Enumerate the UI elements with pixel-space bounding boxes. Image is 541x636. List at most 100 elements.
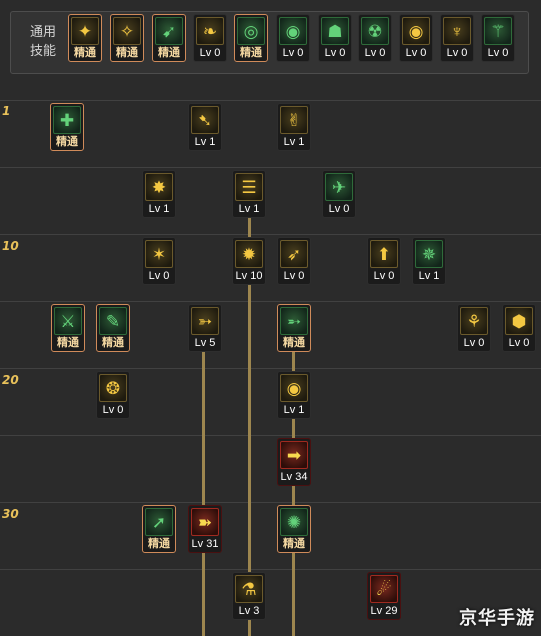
skill-level-label: Lv 29 [370, 605, 398, 617]
common-skill-2[interactable]: ✧ 精通 [110, 14, 144, 62]
common-skill-9[interactable]: ◉ Lv 0 [399, 14, 433, 62]
mastery-label: 精通 [116, 47, 138, 59]
common-skill-11[interactable]: ⚚ Lv 0 [481, 14, 515, 62]
mastery-label: 精通 [148, 538, 170, 550]
skill-r3-b[interactable]: ✹ Lv 10 [232, 237, 266, 285]
skill-icon: ♆ [443, 17, 471, 45]
skill-icon: ☗ [321, 17, 349, 45]
watermark-logo: 京华手游 [459, 608, 535, 628]
skill-level-label: Lv 0 [102, 404, 124, 416]
skill-level-label: Lv 1 [283, 136, 305, 148]
skill-level-label: Lv 1 [194, 136, 216, 148]
skill-r2-b[interactable]: ☰ Lv 1 [232, 170, 266, 218]
skill-icon: ✎ [99, 307, 127, 335]
skill-r5-a[interactable]: ❂ Lv 0 [96, 371, 130, 419]
skill-icon: ✵ [415, 240, 443, 268]
skill-icon: ◉ [279, 17, 307, 45]
skill-icon: ◎ [237, 17, 265, 45]
skill-icon: ⚔ [54, 307, 82, 335]
skill-r8-b[interactable]: ☄ Lv 29 [367, 572, 401, 620]
skill-r4-c[interactable]: ➳ Lv 5 [188, 304, 222, 352]
skill-icon: ✚ [53, 106, 81, 134]
skill-icon: ✈ [325, 173, 353, 201]
skill-icon: ➡ [280, 441, 308, 469]
row-divider [0, 234, 541, 235]
skill-icon: ✶ [145, 240, 173, 268]
common-label-line1: 通用 [29, 24, 56, 39]
skill-r1-a[interactable]: ✚ 精通 [50, 103, 84, 151]
common-skill-1[interactable]: ✦ 精通 [68, 14, 102, 62]
skill-r4-b[interactable]: ✎ 精通 [96, 304, 130, 352]
skill-r7-b[interactable]: ➽ Lv 31 [188, 505, 222, 553]
skill-icon: ✸ [145, 173, 173, 201]
skill-r1-b[interactable]: ➷ Lv 1 [188, 103, 222, 151]
skill-r7-c[interactable]: ✺ 精通 [277, 505, 311, 553]
skill-level-label: Lv 0 [328, 203, 350, 215]
skill-r4-e[interactable]: ⚘ Lv 0 [457, 304, 491, 352]
skill-level-label: Lv 0 [282, 47, 304, 59]
skill-icon: ➶ [280, 240, 308, 268]
skill-r3-c[interactable]: ➶ Lv 0 [277, 237, 311, 285]
skill-icon: ➹ [155, 17, 183, 45]
prerequisite-line [202, 349, 205, 636]
skill-icon: ➽ [191, 508, 219, 536]
row-divider [0, 435, 541, 436]
mastery-label: 精通 [56, 136, 78, 148]
skill-r7-a[interactable]: ➚ 精通 [142, 505, 176, 553]
skill-icon: ☄ [370, 575, 398, 603]
mastery-label: 精通 [74, 47, 96, 59]
skill-icon: ⬢ [505, 307, 533, 335]
common-skill-6[interactable]: ◉ Lv 0 [276, 14, 310, 62]
common-skill-10[interactable]: ♆ Lv 0 [440, 14, 474, 62]
common-skill-7[interactable]: ☗ Lv 0 [318, 14, 352, 62]
skill-icon: ✌ [280, 106, 308, 134]
skill-r6-a[interactable]: ➡ Lv 34 [277, 438, 311, 486]
skill-icon: ✦ [71, 17, 99, 45]
mastery-label: 精通 [158, 47, 180, 59]
skill-level-label: Lv 0 [148, 270, 170, 282]
skill-r4-f[interactable]: ⬢ Lv 0 [502, 304, 536, 352]
level-marker-10: 10 [2, 239, 19, 253]
skill-r4-d[interactable]: ➵ 精通 [277, 304, 311, 352]
skill-r2-c[interactable]: ✈ Lv 0 [322, 170, 356, 218]
skill-level-label: Lv 31 [191, 538, 219, 550]
skill-level-label: Lv 1 [418, 270, 440, 282]
skill-icon: ☢ [361, 17, 389, 45]
row-divider [0, 569, 541, 570]
mastery-label: 精通 [240, 47, 262, 59]
level-marker-30: 30 [2, 507, 19, 521]
skill-icon: ✺ [280, 508, 308, 536]
skill-level-label: Lv 0 [463, 337, 485, 349]
mastery-label: 精通 [57, 337, 79, 349]
skill-level-label: Lv 0 [324, 47, 346, 59]
skill-r3-e[interactable]: ✵ Lv 1 [412, 237, 446, 285]
row-divider [0, 502, 541, 503]
level-marker-20: 20 [2, 373, 19, 387]
skill-level-label: Lv 10 [235, 270, 263, 282]
skill-r4-a[interactable]: ⚔ 精通 [51, 304, 85, 352]
skill-level-label: Lv 1 [148, 203, 170, 215]
row-divider [0, 167, 541, 168]
common-skill-8[interactable]: ☢ Lv 0 [358, 14, 392, 62]
skill-icon: ◉ [402, 17, 430, 45]
skill-icon: ✧ [113, 17, 141, 45]
mastery-label: 精通 [102, 337, 124, 349]
skill-level-label: Lv 0 [405, 47, 427, 59]
skill-icon: ⚗ [235, 575, 263, 603]
skill-r3-d[interactable]: ⬆ Lv 0 [367, 237, 401, 285]
mastery-label: 精通 [283, 538, 305, 550]
common-skill-4[interactable]: ❧ Lv 0 [193, 14, 227, 62]
skill-level-label: Lv 0 [446, 47, 468, 59]
skill-icon: ❧ [196, 17, 224, 45]
skill-r8-a[interactable]: ⚗ Lv 3 [232, 572, 266, 620]
common-skill-5[interactable]: ◎ 精通 [234, 14, 268, 62]
skill-level-label: Lv 0 [199, 47, 221, 59]
skill-r5-b[interactable]: ◉ Lv 1 [277, 371, 311, 419]
skill-r2-a[interactable]: ✸ Lv 1 [142, 170, 176, 218]
skill-icon: ➷ [191, 106, 219, 134]
common-skill-3[interactable]: ➹ 精通 [152, 14, 186, 62]
skill-level-label: Lv 0 [364, 47, 386, 59]
skill-r3-a[interactable]: ✶ Lv 0 [142, 237, 176, 285]
row-divider [0, 100, 541, 101]
skill-r1-c[interactable]: ✌ Lv 1 [277, 103, 311, 151]
